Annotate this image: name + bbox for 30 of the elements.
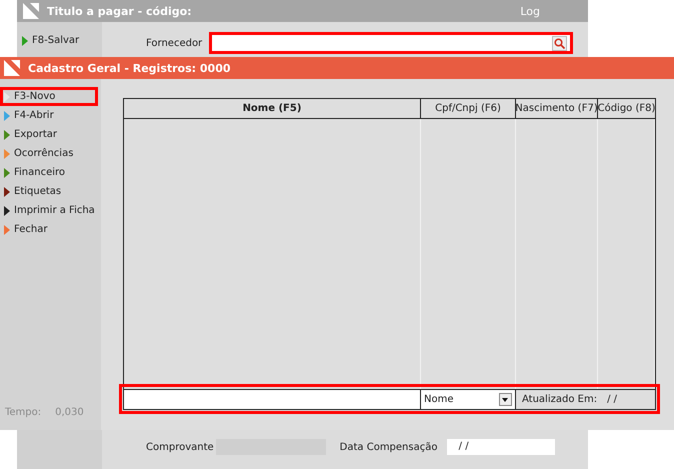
sidebar-item[interactable]: Exportar [0, 125, 101, 144]
search-icon[interactable] [552, 36, 568, 50]
field-label: Comprovante [146, 442, 214, 452]
field-label: Data Compensação [340, 442, 438, 452]
column-header[interactable]: Cpf/Cnpj (F6) [421, 99, 516, 118]
column-header[interactable]: Código (F8) [598, 99, 655, 118]
window-title: Titulo a pagar - código: [47, 4, 192, 18]
search-field-dropdown[interactable]: Nome [421, 390, 516, 409]
field-label: Fornecedor [146, 38, 202, 48]
sidebar-item[interactable]: Financeiro [0, 163, 101, 182]
column-header[interactable]: Nome (F5) [124, 99, 421, 118]
supplier-field[interactable] [212, 35, 570, 51]
sidebar-item[interactable]: Ocorrências [0, 144, 101, 163]
dropdown-icon[interactable] [499, 393, 512, 406]
sidebar-item[interactable]: F8-Salvar [17, 35, 102, 46]
logo-icon [23, 3, 39, 19]
timer-value: 0,030 [55, 407, 84, 418]
sidebar-item[interactable]: F4-Abrir [0, 106, 101, 125]
column-header[interactable]: Nascimento (F7) [516, 99, 598, 118]
updated-value: / / [607, 394, 617, 405]
updated-label: Atualizado Em: [522, 394, 598, 405]
date-field[interactable]: / / [446, 439, 555, 455]
sidebar-item[interactable]: Fechar [0, 220, 101, 239]
window-title: Cadastro Geral - Registros: 0000 [28, 62, 230, 74]
sidebar-item[interactable]: Imprimir a Ficha [0, 201, 101, 220]
logo-icon [4, 60, 20, 76]
search-input[interactable] [124, 390, 421, 409]
sidebar-item[interactable]: F3-Novo [0, 87, 98, 106]
sidebar-item[interactable]: Etiquetas [0, 182, 101, 201]
timer-label: Tempo: [5, 407, 42, 418]
